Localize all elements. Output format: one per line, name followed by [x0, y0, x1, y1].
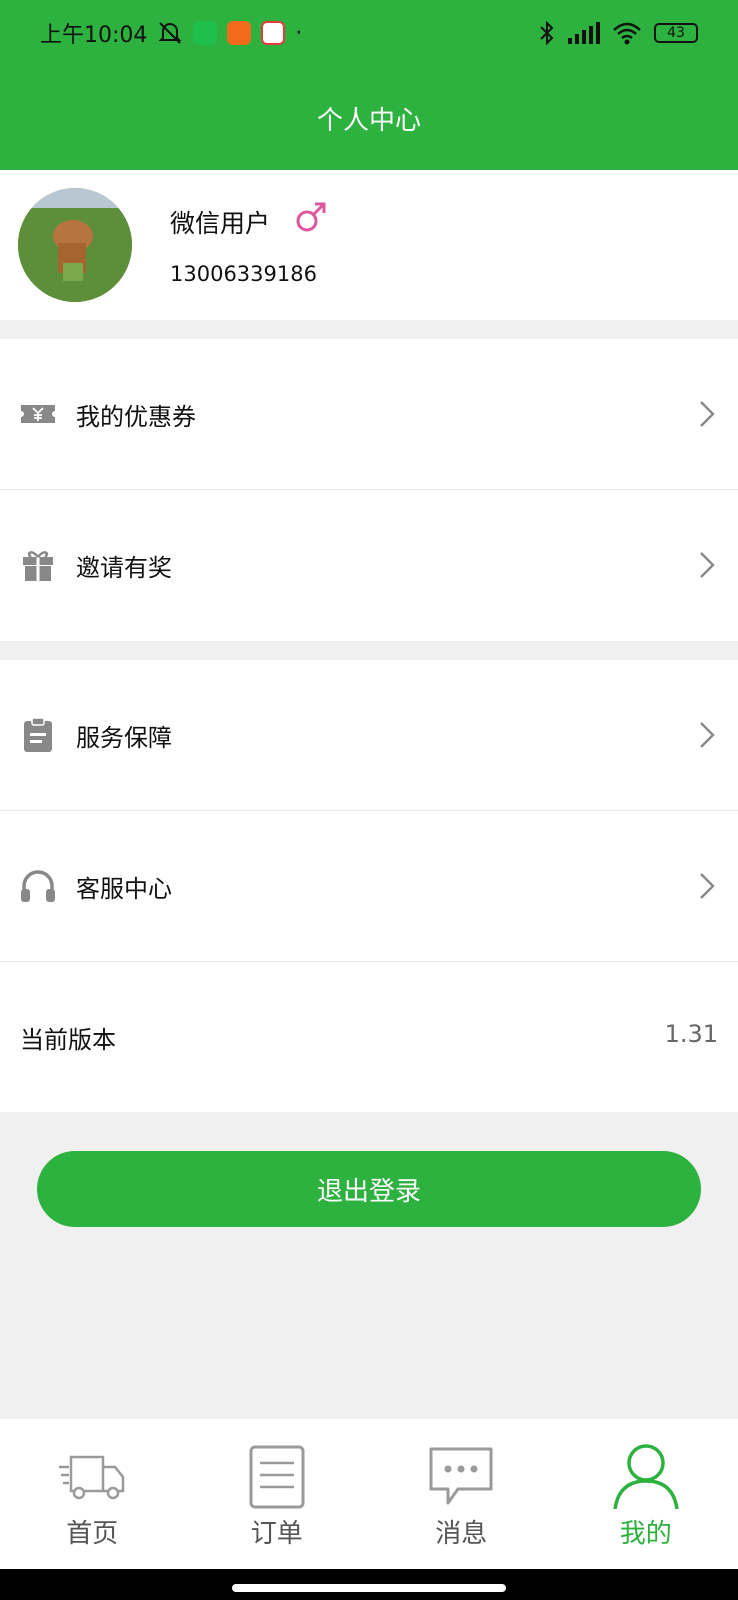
map-app-icon	[261, 21, 286, 45]
avatar[interactable]	[18, 188, 132, 302]
document-icon	[249, 1445, 305, 1509]
page-title: 个人中心	[316, 105, 421, 136]
tab-label-mine: 我的	[619, 1519, 672, 1549]
mi-icon	[227, 21, 252, 45]
version-row: 当前版本 1.31	[0, 962, 738, 1113]
chevron-right-icon	[700, 552, 715, 578]
tab-messages[interactable]: 消息	[369, 1419, 554, 1569]
bottom-tab-bar: 首页 订单 消息 我的	[0, 1419, 738, 1569]
status-bar: 上午10:04 · 43	[0, 0, 738, 66]
menu-item-coupons[interactable]: 我的优惠券	[0, 339, 738, 490]
tab-orders[interactable]: 订单	[185, 1419, 370, 1569]
home-indicator[interactable]	[232, 1584, 506, 1592]
menu-item-customer-service[interactable]: 客服中心	[0, 811, 738, 962]
header: 个人中心	[0, 66, 738, 170]
menu-group-service: 服务保障 客服中心 当前版本 1.31	[0, 660, 738, 1112]
tab-home[interactable]: 首页	[0, 1419, 185, 1569]
menu-label-coupons: 我的优惠券	[76, 403, 196, 431]
user-phone: 13006339186	[170, 262, 317, 286]
wifi-icon	[613, 22, 641, 45]
tab-label-messages: 消息	[435, 1519, 488, 1549]
person-icon	[613, 1444, 679, 1509]
battery-indicator: 43	[654, 23, 698, 43]
mute-bell-icon	[158, 22, 182, 44]
truck-icon	[59, 1455, 125, 1500]
menu-label-service: 服务保障	[76, 724, 172, 752]
menu-label-support: 客服中心	[76, 875, 172, 903]
bluetooth-icon	[540, 20, 554, 46]
tab-label-home: 首页	[66, 1519, 119, 1549]
headset-icon	[21, 870, 55, 902]
chevron-right-icon	[700, 401, 715, 427]
wechat-icon	[193, 21, 218, 45]
tab-mine[interactable]: 我的	[554, 1419, 738, 1569]
male-gender-icon	[296, 202, 326, 232]
version-value: 1.31	[664, 1020, 718, 1048]
menu-label-invite: 邀请有奖	[76, 554, 172, 582]
coupon-icon	[21, 405, 55, 423]
chevron-right-icon	[700, 722, 715, 748]
profile-card[interactable]: 微信用户 13006339186	[0, 170, 738, 320]
signal-icon	[568, 22, 600, 44]
version-label: 当前版本	[20, 1026, 116, 1054]
gift-icon	[23, 551, 53, 581]
status-dot: ·	[295, 20, 303, 46]
menu-item-invite[interactable]: 邀请有奖	[0, 490, 738, 641]
tab-label-orders: 订单	[250, 1519, 303, 1549]
menu-group-rewards: 我的优惠券 邀请有奖	[0, 339, 738, 641]
menu-item-service-guarantee[interactable]: 服务保障	[0, 660, 738, 811]
user-name: 微信用户	[170, 209, 271, 238]
chevron-right-icon	[700, 873, 715, 899]
chat-bubble-icon	[429, 1447, 493, 1505]
clipboard-icon	[24, 717, 52, 752]
status-time: 上午10:04	[40, 23, 148, 48]
logout-button[interactable]: 退出登录	[37, 1151, 701, 1227]
